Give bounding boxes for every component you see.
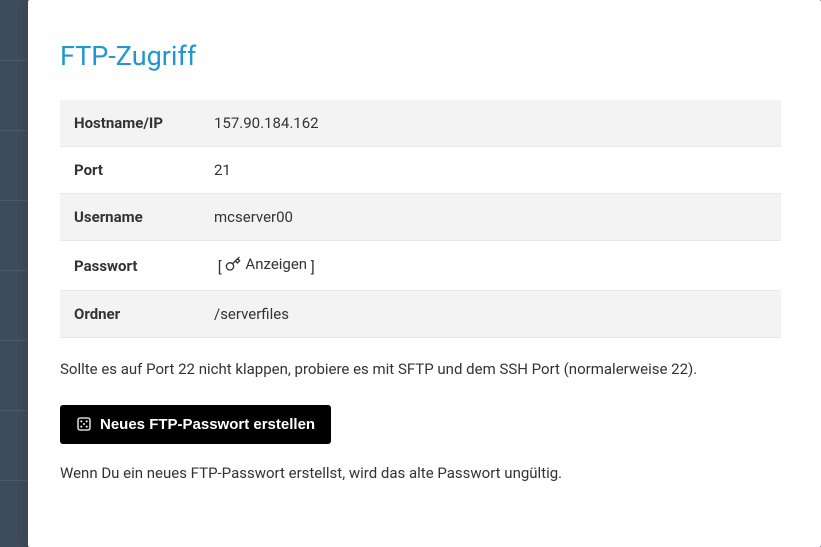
value-passwort: [ Anzeigen ] [200,241,781,291]
value-hostname: 157.90.184.162 [200,100,781,147]
row-ordner: Ordner /serverfiles [60,291,781,338]
row-username: Username mcserver00 [60,194,781,241]
row-passwort: Passwort [ Anzeigen ] [60,241,781,291]
label-hostname: Hostname/IP [60,100,200,147]
label-port: Port [60,147,200,194]
ftp-access-card: FTP-Zugriff Hostname/IP 157.90.184.162 P… [28,0,821,547]
label-ordner: Ordner [60,291,200,338]
value-ordner: /serverfiles [200,291,781,338]
value-username: mcserver00 [200,194,781,241]
password-note-text: Wenn Du ein neues FTP-Passwort erstellst… [60,462,781,485]
dice-icon [76,416,92,432]
port-hint-text: Sollte es auf Port 22 nicht klappen, pro… [60,358,781,381]
new-ftp-password-button[interactable]: Neues FTP-Passwort erstellen [60,405,331,444]
value-port: 21 [200,147,781,194]
label-passwort: Passwort [60,241,200,291]
card-title: FTP-Zugriff [60,40,781,72]
new-ftp-password-label: Neues FTP-Passwort erstellen [100,416,315,433]
ftp-info-table: Hostname/IP 157.90.184.162 Port 21 Usern… [60,100,781,338]
show-password-button[interactable]: Anzeigen [225,255,307,273]
row-hostname: Hostname/IP 157.90.184.162 [60,100,781,147]
label-username: Username [60,194,200,241]
key-icon [225,256,241,272]
sidebar-edge [0,0,30,547]
show-password-label: Anzeigen [245,255,307,273]
row-port: Port 21 [60,147,781,194]
